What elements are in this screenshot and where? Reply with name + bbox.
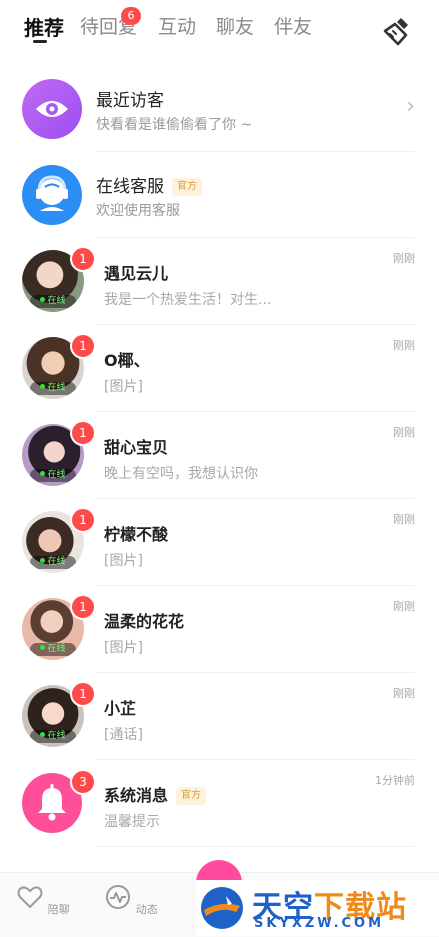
chevron-right-icon: › <box>406 94 415 119</box>
online-status: 在线 <box>30 730 76 743</box>
tab-chat-friends[interactable]: 聊友 <box>216 12 254 39</box>
recent-visitors-title: 最近访客 <box>96 91 164 111</box>
message-time: 刚刚 <box>393 600 415 613</box>
customer-service-title-wrap: 在线客服 官方 <box>96 172 202 197</box>
message-time: 刚刚 <box>393 513 415 526</box>
system-messages-title-wrap: 系统消息 官方 <box>104 782 207 806</box>
online-status: 在线 <box>30 295 76 308</box>
conversation-row[interactable]: 在线 1 柠檬不酸 [图片] 刚刚 <box>0 499 439 586</box>
message-time: 刚刚 <box>393 339 415 352</box>
system-messages-row[interactable]: 3 系统消息 官方 温馨提示 1分钟前 <box>0 760 439 847</box>
heart-icon <box>17 886 43 909</box>
message-time: 刚刚 <box>393 252 415 265</box>
unread-badge: 3 <box>70 769 96 795</box>
activity-icon <box>106 885 131 909</box>
customer-service-row[interactable]: 在线客服 官方 欢迎使用客服 <box>0 152 439 238</box>
official-tag: 官方 <box>176 787 207 805</box>
last-message: [通话] <box>104 727 143 743</box>
conversation-row[interactable]: 在线 1 甜心宝贝 晚上有空吗，我想认识你 刚刚 <box>0 412 439 499</box>
top-tab-bar: 推荐 待回复 6 互动 聊友 伴友 <box>0 0 439 56</box>
online-status: 在线 <box>30 643 76 656</box>
unread-badge: 1 <box>70 594 96 620</box>
system-messages-title: 系统消息 <box>104 786 169 805</box>
customer-service-subtitle: 欢迎使用客服 <box>96 203 180 219</box>
nav-label: 陪聊 <box>47 903 70 916</box>
message-time: 刚刚 <box>393 687 415 700</box>
unread-badge: 1 <box>70 333 96 359</box>
nav-accompany-chat[interactable]: 陪聊 <box>13 883 73 917</box>
watermark-url: SKYXZW.COM <box>254 916 385 931</box>
contact-name: 温柔的花花 <box>104 612 185 631</box>
pending-reply-badge: 6 <box>121 7 141 25</box>
contact-name: 柠檬不酸 <box>104 525 169 544</box>
recent-visitors-subtitle: 快看看是谁偷偷看了你 ~ <box>96 117 253 133</box>
active-tab-indicator <box>33 40 47 43</box>
last-message: 晚上有空吗，我想认识你 <box>104 466 258 482</box>
globe-plane-icon <box>201 887 243 929</box>
eye-icon <box>22 79 82 139</box>
tab-interact[interactable]: 互动 <box>158 12 196 39</box>
conversation-row[interactable]: 在线 1 小芷 [通话] 刚刚 <box>0 673 439 760</box>
last-message: [图片] <box>104 379 143 395</box>
unread-badge: 1 <box>70 420 96 446</box>
watermark-logo: 天空下载站 SKYXZW.COM <box>196 880 439 936</box>
last-message: [图片] <box>104 640 143 656</box>
contact-name: 小芷 <box>104 699 137 718</box>
broom-clean-icon[interactable] <box>381 14 415 48</box>
unread-badge: 1 <box>70 507 96 533</box>
tab-companions[interactable]: 伴友 <box>274 12 312 39</box>
online-status: 在线 <box>30 469 76 482</box>
contact-name: 甜心宝贝 <box>104 438 169 457</box>
headset-agent-icon <box>22 165 82 225</box>
system-messages-subtitle: 温馨提示 <box>104 814 160 830</box>
conversation-row[interactable]: 在线 1 遇见云儿 我是一个热爱生活！对生... 刚刚 <box>0 238 439 325</box>
contact-name: 遇见云儿 <box>104 264 169 283</box>
official-tag: 官方 <box>172 178 202 196</box>
nav-feed[interactable]: 动态 <box>101 883 161 917</box>
recent-visitors-row[interactable]: 最近访客 快看看是谁偷偷看了你 ~ › <box>0 66 439 152</box>
last-message: [图片] <box>104 553 143 569</box>
contact-name: O椰、 <box>104 351 150 370</box>
conversation-row[interactable]: 在线 1 温柔的花花 [图片] 刚刚 <box>0 586 439 673</box>
tab-recommend[interactable]: 推荐 <box>24 12 64 41</box>
divider <box>96 846 415 847</box>
unread-badge: 1 <box>70 246 96 272</box>
conversation-row[interactable]: 在线 1 O椰、 [图片] 刚刚 <box>0 325 439 412</box>
message-time: 1分钟前 <box>375 774 415 787</box>
online-status: 在线 <box>30 556 76 569</box>
nav-label: 动态 <box>135 903 158 916</box>
last-message: 我是一个热爱生活！对生... <box>104 292 272 308</box>
online-status: 在线 <box>30 382 76 395</box>
customer-service-title: 在线客服 <box>96 177 164 197</box>
message-time: 刚刚 <box>393 426 415 439</box>
unread-badge: 1 <box>70 681 96 707</box>
